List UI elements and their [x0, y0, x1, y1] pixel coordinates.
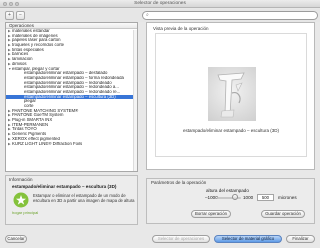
- zoom-window-button[interactable]: [15, 2, 19, 6]
- tree-item-label: Tintas TOYO: [12, 127, 37, 132]
- tree-item-label: Generic Pigments: [12, 132, 47, 137]
- minus-icon: −: [19, 12, 22, 18]
- operation-name: estampado/eliminar estampado – escultura…: [12, 184, 117, 189]
- operation-description: Estampar o eliminar el estampado de un m…: [33, 193, 135, 203]
- window-title: Selector de operaciones: [134, 1, 186, 6]
- tree-item-label: ITEM-PERMANEN: [12, 122, 49, 127]
- information-group: Información estampado/eliminar estampado…: [5, 175, 138, 225]
- tree-item-label: estampado/eliminar estampado – redondead…: [24, 89, 121, 94]
- operations-tree[interactable]: ▶materiales estándar ▶materiales de imáge…: [6, 29, 137, 146]
- remove-operation-button[interactable]: Borrar operación: [191, 210, 231, 218]
- operations-selector-button[interactable]: Selector de operaciones: [152, 235, 210, 243]
- plus-icon: +: [8, 12, 11, 18]
- tree-item[interactable]: ▶KURZ LIGHT LINE® Diffraction Foils: [6, 142, 137, 147]
- tree-item-label: tintas especiales: [12, 47, 44, 52]
- tree-item-label: Plug-in SMARTA INX: [12, 118, 53, 123]
- preview-group-label: Vista previa de la operación: [153, 26, 209, 31]
- parameters-label: Parámetros de la operación: [151, 180, 207, 185]
- tree-item-label: PANTONE MATCHING SYSTEM®: [12, 108, 79, 113]
- tree-item-label: KURZ LIGHT LINE® Diffraction Foils: [12, 141, 83, 146]
- preview-panel: Vista previa de la operación estampado/e…: [146, 22, 315, 170]
- title-bar: Selector de operaciones: [0, 0, 320, 8]
- slider-min-label: –1000: [205, 195, 218, 200]
- tree-item-label: barnices: [12, 52, 29, 57]
- preview-area: estampado/eliminar estampado – escultura…: [155, 33, 307, 157]
- information-label: Información: [9, 177, 33, 182]
- slider-max-label: 1000: [243, 195, 254, 200]
- preview-caption: estampado/eliminar estampado – escultura…: [182, 128, 280, 133]
- parameters-group: Parámetros de la operación altura del es…: [146, 178, 315, 224]
- esko-logo-mark: [13, 192, 29, 208]
- close-window-button[interactable]: [3, 2, 7, 6]
- height-value-field[interactable]: 500: [257, 194, 274, 201]
- tree-item-label: PANTONE GoeTM System: [12, 113, 64, 118]
- esko-logo: [13, 192, 29, 208]
- tree-item-label: estampado/eliminar estampado – desfalado: [24, 71, 108, 76]
- tree-item-label: plegar: [24, 99, 36, 104]
- tree-item-label: materiales de imágenes: [12, 33, 58, 38]
- preview-thumbnail: [208, 67, 256, 121]
- save-operation-button[interactable]: Guardar operación: [261, 210, 305, 218]
- sculpture-preview-image: [217, 72, 245, 118]
- tree-item-label: estampado/eliminar estampado – forma red…: [24, 75, 124, 80]
- expand-button[interactable]: +: [5, 11, 14, 20]
- tree-item-label: corte: [24, 104, 34, 108]
- tree-item-label: XEROX effect pigmented: [12, 136, 60, 141]
- tree-item-label: estampado/eliminar estampado – escultura…: [24, 94, 116, 99]
- tree-item-label: estampar, plegar y cortar: [12, 66, 60, 71]
- unit-label: micrones: [278, 195, 297, 200]
- height-slider-thumb[interactable]: [232, 194, 238, 200]
- cancel-button[interactable]: Cancelar: [5, 235, 27, 243]
- tree-item-label: dimisos: [12, 61, 27, 66]
- search-icon: ⌕: [146, 12, 149, 18]
- finish-button[interactable]: Finalizar: [286, 235, 315, 243]
- height-label: altura del estampado: [206, 188, 249, 193]
- tree-item-label: materiales estándar: [12, 29, 50, 33]
- tree-scrollbar[interactable]: [133, 30, 137, 171]
- operations-tree-panel[interactable]: Operaciones ▶materiales estándar ▶materia…: [5, 22, 138, 172]
- tree-item-label: estampado/eliminar estampado – redondead…: [24, 85, 119, 90]
- search-input[interactable]: ⌕: [142, 11, 318, 20]
- tree-item-label: troqueles y recorridos corte: [12, 43, 65, 48]
- logo-caption: hogar principal: [12, 210, 39, 215]
- toolbar: + − ⌕: [0, 9, 320, 22]
- tree-item-label: estampado/eliminar estampado – redondead…: [24, 80, 112, 85]
- tree-item-label: papeles láser para cartón: [12, 38, 61, 43]
- minimize-window-button[interactable]: [9, 2, 13, 6]
- graphic-material-selector-button[interactable]: Selector de material gráfico: [214, 235, 282, 243]
- collapse-button[interactable]: −: [16, 11, 25, 20]
- tree-item-label: laminación: [12, 57, 33, 62]
